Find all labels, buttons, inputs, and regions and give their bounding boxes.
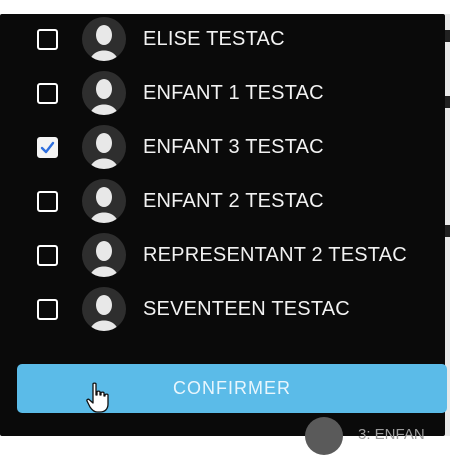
user-avatar-icon: [82, 233, 126, 277]
member-name: ENFANT 1 TESTAC: [143, 81, 324, 104]
member-checkbox[interactable]: [37, 28, 58, 50]
background-edge-mark: [445, 225, 450, 237]
background-edge-mark: [445, 96, 450, 108]
member-row-enfant-2[interactable]: ENFANT 2 TESTAC: [0, 174, 445, 228]
user-avatar-icon: [82, 17, 126, 61]
member-row-enfant-3[interactable]: ENFANT 3 TESTAC: [0, 120, 445, 174]
member-name: ENFANT 2 TESTAC: [143, 189, 324, 212]
member-name: ENFANT 3 TESTAC: [143, 135, 324, 158]
user-avatar-icon: [82, 125, 126, 169]
member-row-elise[interactable]: ELISE TESTAC: [0, 12, 445, 66]
member-row-seventeen[interactable]: SEVENTEEN TESTAC: [0, 282, 445, 336]
member-name: SEVENTEEN TESTAC: [143, 297, 350, 320]
member-name: REPRESENTANT 2 TESTAC: [143, 243, 407, 266]
member-row-enfant-1[interactable]: ENFANT 1 TESTAC: [0, 66, 445, 120]
member-row-representant-2[interactable]: REPRESENTANT 2 TESTAC: [0, 228, 445, 282]
background-edge-mark: [445, 30, 450, 42]
member-checkbox[interactable]: [37, 298, 58, 320]
member-checkbox[interactable]: [37, 82, 58, 104]
member-checkbox-checked[interactable]: [37, 136, 58, 158]
background-avatar-icon: [305, 417, 343, 455]
member-checkbox[interactable]: [37, 244, 58, 266]
member-name: ELISE TESTAC: [143, 27, 285, 50]
user-avatar-icon: [82, 179, 126, 223]
user-avatar-icon: [82, 287, 126, 331]
member-checkbox[interactable]: [37, 190, 58, 212]
background-list-item-text: 3: ENFAN: [358, 426, 425, 443]
user-avatar-icon: [82, 71, 126, 115]
checkmark-icon: [40, 141, 55, 153]
confirm-button[interactable]: CONFIRMER: [17, 364, 447, 413]
hand-pointer-icon: [86, 382, 109, 413]
